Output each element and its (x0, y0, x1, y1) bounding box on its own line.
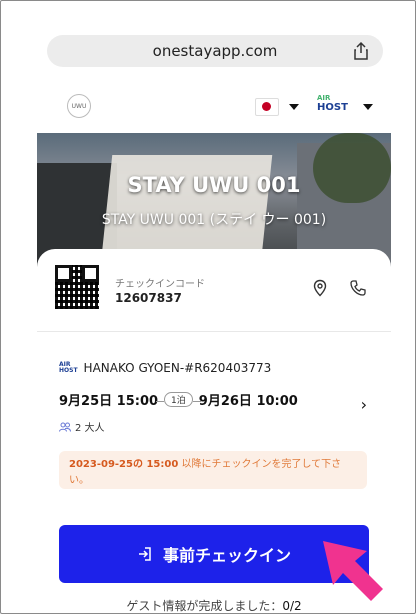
brand-logo[interactable]: UWU (67, 94, 91, 118)
partner-logo[interactable]: AIR HOST (317, 93, 353, 115)
qr-code-icon[interactable] (55, 265, 99, 309)
people-icon (59, 422, 71, 432)
url-text: onestayapp.com (152, 42, 278, 60)
app-header: UWU AIR HOST (41, 89, 381, 125)
checkin-code-label: チェックインコード (115, 279, 205, 290)
guest-info-count: 0/2 (282, 599, 302, 613)
nights-badge: 1泊 (156, 391, 201, 407)
url-bar[interactable]: onestayapp.com (47, 35, 383, 67)
chevron-right-icon[interactable]: › (361, 395, 367, 414)
divider (37, 331, 391, 332)
partner-mini-logo: AIR HOST (59, 361, 78, 374)
checkin-datetime: 9月25日 15:00 (59, 393, 159, 409)
checkin-notice: 2023-09-25の 15:00 以降にチェックインを完了して下さい。 (59, 451, 367, 489)
reservation-source: AIR HOST HANAKO GYOEN-#R620403773 (59, 361, 272, 375)
checkout-datetime: 9月26日 10:00 (198, 393, 298, 409)
phone-frame: onestayapp.com UWU AIR HOST STAY UWU 001… (0, 0, 416, 614)
notice-datetime: 2023-09-25の 15:00 (69, 459, 179, 470)
property-title: STAY UWU 001 (127, 173, 301, 197)
precheckin-label: 事前チェックイン (162, 546, 291, 565)
stay-dates[interactable]: 9月25日 15:00 1泊 9月26日 10:00 (59, 389, 379, 409)
share-icon[interactable] (351, 41, 371, 61)
checkin-code-value: 12607837 (115, 291, 182, 305)
map-pin-icon[interactable] (311, 279, 329, 297)
jp-flag-icon[interactable] (255, 98, 279, 116)
chevron-down-icon[interactable] (363, 104, 373, 110)
pointer-arrow-icon (323, 541, 383, 601)
guest-count: 2 大人 (59, 419, 105, 434)
chevron-down-icon[interactable] (289, 104, 299, 110)
phone-icon[interactable] (349, 279, 367, 297)
property-subtitle: STAY UWU 001 (ステイ ウー 001) (101, 212, 327, 228)
login-icon (138, 547, 151, 561)
